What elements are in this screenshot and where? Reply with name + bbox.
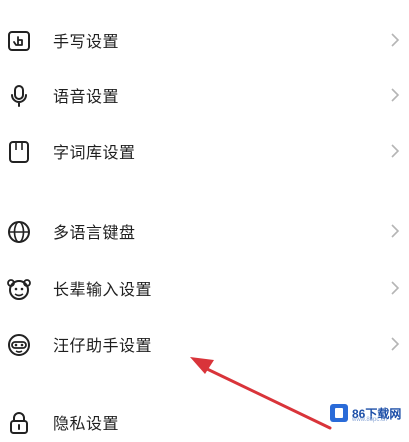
settings-item-label: 长辈输入设置: [53, 280, 153, 299]
settings-item-elder-input[interactable]: 长辈输入设置: [0, 268, 409, 308]
chevron-right-icon: [388, 142, 402, 160]
chevron-right-icon: [388, 86, 402, 104]
globe-icon: [6, 219, 32, 245]
handwriting-icon: [6, 28, 32, 54]
lexicon-icon: [6, 139, 32, 165]
settings-item-label: 多语言键盘: [53, 223, 136, 242]
settings-item-multilang-keyboard[interactable]: 多语言键盘: [0, 211, 409, 251]
settings-item-label: 汪仔助手设置: [53, 336, 153, 355]
watermark-subtext: www.86pc.cn: [352, 417, 388, 423]
elder-face-icon: [6, 276, 32, 302]
watermark-logo-icon: [330, 404, 348, 422]
settings-item-lexicon[interactable]: 字词库设置: [0, 131, 409, 171]
settings-item-voice[interactable]: 语音设置: [0, 75, 409, 115]
chevron-right-icon: [388, 335, 402, 353]
watermark: 86下载网 www.86pc.cn: [330, 400, 409, 426]
chevron-right-icon: [388, 31, 402, 49]
settings-item-handwriting[interactable]: 手写设置: [0, 20, 409, 60]
mascot-face-icon: [6, 332, 32, 358]
chevron-right-icon: [388, 279, 402, 297]
chevron-right-icon: [388, 222, 402, 240]
lock-icon: [6, 410, 32, 436]
settings-item-assistant[interactable]: 汪仔助手设置: [0, 324, 409, 364]
settings-item-label: 隐私设置: [53, 414, 120, 433]
settings-item-label: 字词库设置: [53, 143, 136, 162]
settings-item-label: 语音设置: [53, 87, 120, 106]
microphone-icon: [6, 83, 32, 109]
settings-item-label: 手写设置: [53, 32, 120, 51]
